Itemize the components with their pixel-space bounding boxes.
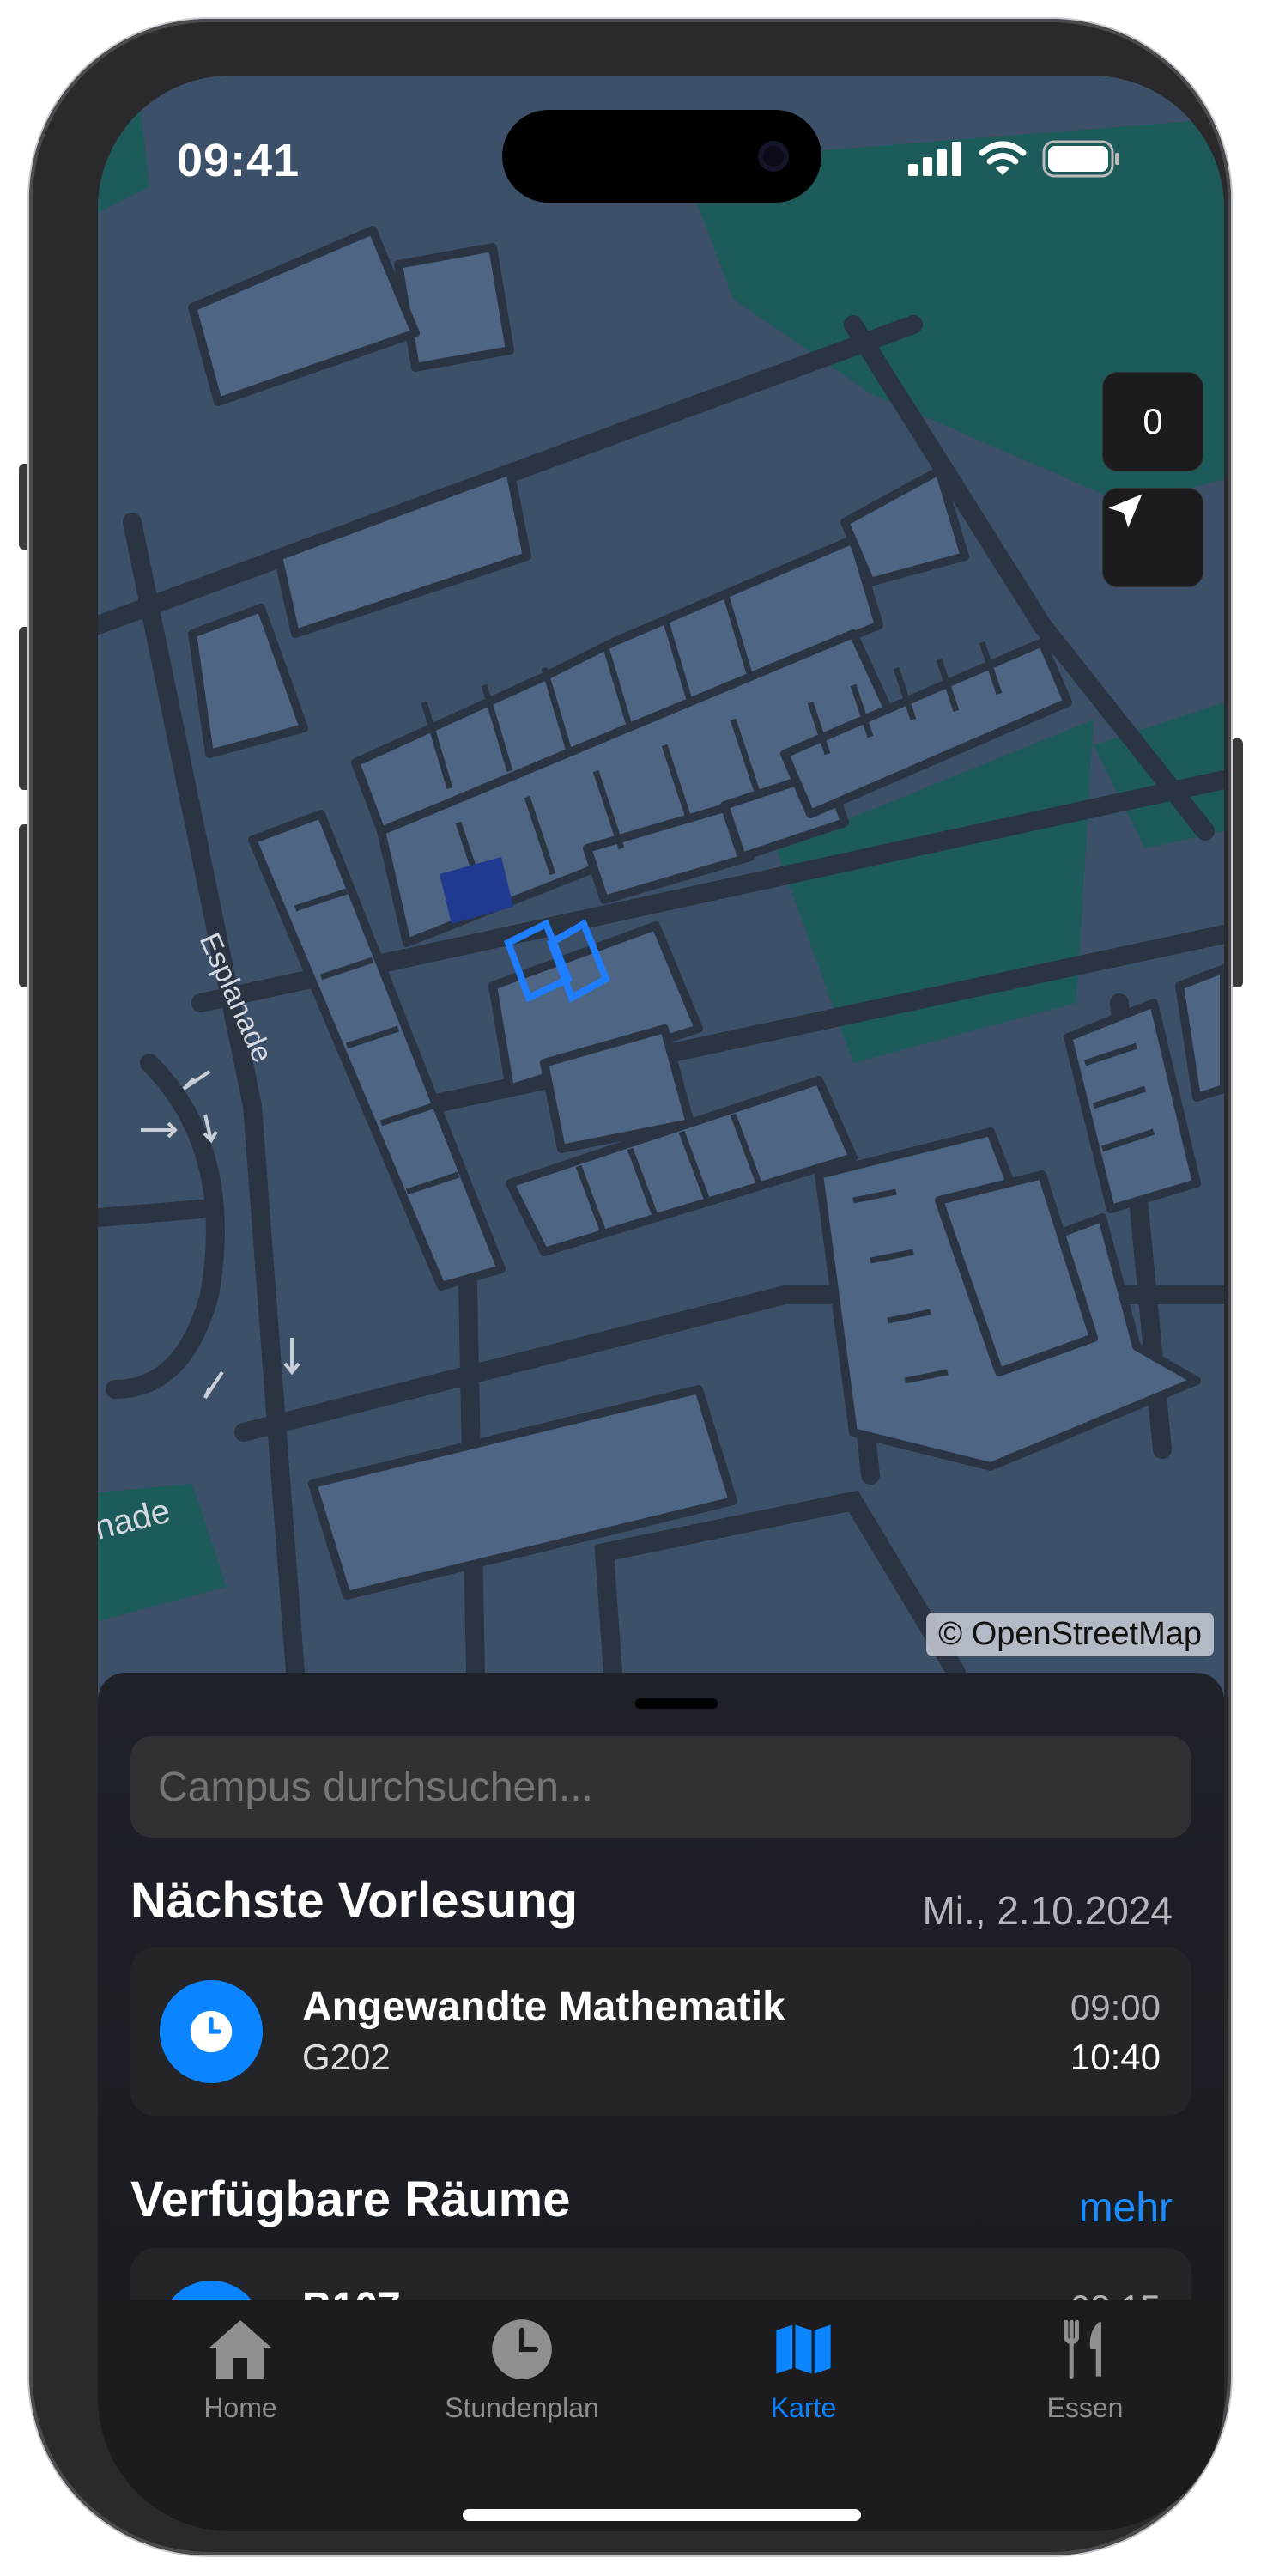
tab-home[interactable]: Home <box>137 2317 343 2437</box>
cellular-signal-icon <box>908 142 961 176</box>
next-lecture-heading: Nächste Vorlesung <box>130 1873 579 1929</box>
power-button <box>1231 738 1243 987</box>
compass-value: 0 <box>1143 401 1163 441</box>
home-indicator[interactable] <box>463 2509 861 2521</box>
camera-icon <box>758 141 789 172</box>
tab-karte[interactable]: Karte <box>700 2317 906 2437</box>
map-attribution[interactable]: © OpenStreetMap <box>926 1613 1214 1656</box>
tab-home-label: Home <box>203 2392 277 2423</box>
lecture-start-time: 09:00 <box>1070 1987 1161 2027</box>
tab-stundenplan-label: Stundenplan <box>445 2392 599 2423</box>
map-icon <box>776 2324 831 2374</box>
fork-knife-icon <box>1064 2319 1101 2379</box>
clock-icon <box>160 1980 263 2083</box>
screen: Esplanade nade 0 © OpenStreetMap 09:41 C… <box>98 76 1224 2531</box>
status-icons <box>908 137 1121 180</box>
campus-search-input[interactable] <box>130 1736 1191 1838</box>
wifi-icon <box>979 141 1027 175</box>
campus-map[interactable]: Esplanade nade 0 © OpenStreetMap <box>98 76 1224 1673</box>
battery-icon <box>1042 140 1119 178</box>
map-canvas: Esplanade nade <box>98 110 1224 1673</box>
compass-button[interactable]: 0 <box>1102 372 1203 471</box>
dynamic-island <box>502 110 821 203</box>
tab-stundenplan[interactable]: Stundenplan <box>419 2317 625 2437</box>
tab-essen[interactable]: Essen <box>982 2317 1188 2437</box>
locate-me-button[interactable] <box>1102 488 1203 587</box>
house-icon <box>209 2320 271 2379</box>
status-time: 09:41 <box>177 135 300 186</box>
lecture-end-time: 10:40 <box>1070 2037 1161 2077</box>
available-rooms-heading: Verfügbare Räume <box>130 2172 571 2227</box>
clock-icon <box>492 2319 552 2379</box>
phone-frame: Esplanade nade 0 © OpenStreetMap 09:41 C… <box>29 19 1231 2555</box>
tab-bar: Home Stundenplan Karte Essen <box>98 2300 1224 2531</box>
more-rooms-link[interactable]: mehr <box>1079 2184 1173 2232</box>
tab-karte-label: Karte <box>770 2392 837 2423</box>
status-bar: 09:41 <box>98 76 1224 213</box>
sheet-grabber[interactable] <box>635 1698 718 1709</box>
next-lecture-date: Mi., 2.10.2024 <box>922 1888 1173 1933</box>
next-lecture-card[interactable]: Angewandte Mathematik G202 09:00 10:40 <box>130 1947 1191 2116</box>
lecture-room: G202 <box>302 2037 391 2077</box>
lecture-course: Angewandte Mathematik <box>302 1984 785 2030</box>
tab-essen-label: Essen <box>1046 2392 1124 2423</box>
